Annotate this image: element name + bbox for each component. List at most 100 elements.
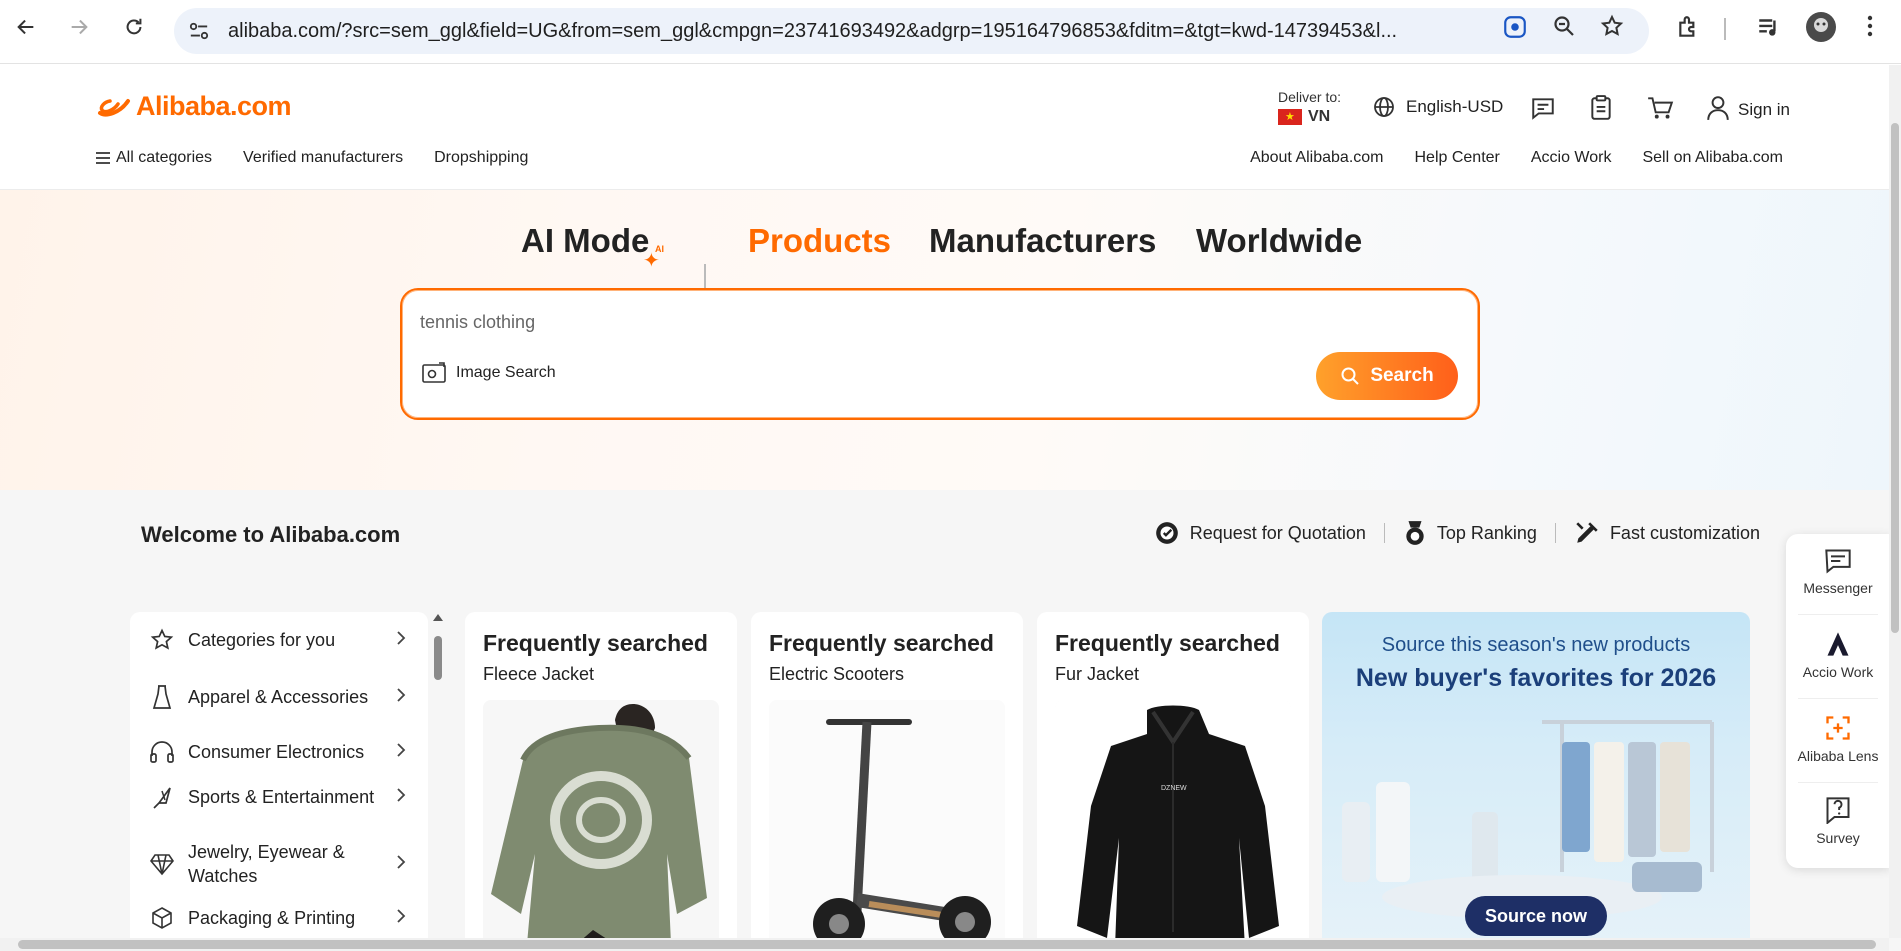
all-categories-label: All categories [116,149,213,166]
fur-jacket-image[interactable]: DZNEW [1055,700,1291,951]
card-subtitle: Fur Jacket [1055,664,1140,684]
card-title: Frequently searched [769,630,994,656]
chevron-right-icon [396,787,406,808]
about-alibaba-link[interactable]: About Alibaba.com [1250,149,1383,167]
accio-work-button[interactable]: Accio Work [1786,630,1890,680]
category-item[interactable]: Apparel & Accessories [148,684,418,710]
source-now-button[interactable]: Source now [1465,896,1607,936]
back-icon[interactable] [13,14,39,40]
browser-toolbar: alibaba.com/?src=sem_ggl&field=UG&from=s… [0,0,1901,64]
category-item[interactable]: Packaging & Printing [148,906,418,930]
cart-icon[interactable] [1646,95,1674,126]
welcome-bar: Welcome to Alibaba.com Request for Quota… [0,490,1901,580]
dress-icon [148,684,176,710]
tab-manufacturers[interactable]: Manufacturers [929,222,1156,260]
frequently-searched-card[interactable]: Frequently searched Fleece Jacket [465,612,737,951]
ranking-medal-icon [1406,521,1424,545]
category-item[interactable]: Sports & Entertainment [148,784,418,810]
scroll-up-arrow-icon[interactable] [432,612,444,622]
scrollbar-thumb[interactable] [18,940,1876,949]
category-item[interactable]: Jewelry, Eyewear & Watches [148,840,418,888]
search-button[interactable]: Search [1316,352,1458,400]
tab-worldwide[interactable]: Worldwide [1196,222,1362,260]
site-header: Alibaba.com Deliver to: VN English-USD S… [0,65,1901,190]
messenger-button[interactable]: Messenger [1786,548,1890,596]
dropshipping-link[interactable]: Dropshipping [434,149,528,167]
category-scrollbar[interactable] [432,612,444,951]
survey-button[interactable]: Survey [1786,796,1890,846]
all-categories-link[interactable]: All categories [96,149,212,167]
badminton-icon [148,784,176,810]
profile-avatar[interactable] [1806,12,1836,47]
tab-divider [704,264,706,288]
messenger-label: Messenger [1803,580,1873,596]
page-vertical-scrollbar[interactable] [1889,65,1901,938]
globe-icon [1374,97,1394,117]
category-label: Consumer Electronics [188,742,365,762]
category-item[interactable]: Consumer Electronics [148,740,418,764]
frequently-searched-card[interactable]: Frequently searched Fur Jacket DZNEW [1037,612,1309,951]
search-input[interactable] [420,312,1320,333]
survey-label: Survey [1816,830,1860,846]
zoom-icon[interactable] [1552,14,1576,43]
category-label: Packaging & Printing [188,908,356,928]
promo-line-1: Source this season's new products [1381,634,1691,656]
top-ranking-link[interactable]: Top Ranking [1403,520,1537,546]
deliver-to[interactable]: Deliver to: VN [1278,89,1341,126]
fleece-jacket-image[interactable] [483,700,719,951]
browser-menu-icon[interactable] [1866,14,1874,43]
tab-ai-mode[interactable]: AI Mode [521,222,649,260]
image-search-button[interactable]: Image Search [422,362,556,384]
chevron-right-icon [396,687,406,708]
frequently-searched-card[interactable]: Frequently searched Electric Scooters [751,612,1023,951]
divider [1798,614,1878,615]
headphones-icon [148,740,176,764]
url-text[interactable]: alibaba.com/?src=sem_ggl&field=UG&from=s… [228,20,1658,43]
orders-icon[interactable] [1589,95,1613,126]
divider [1798,782,1878,783]
chevron-right-icon [396,630,406,651]
ai-badge: AI [655,244,664,254]
floating-tools-panel: Messenger Accio Work Alibaba Lens Survey [1786,534,1890,868]
help-center-link[interactable]: Help Center [1414,149,1499,167]
category-item[interactable]: Categories for you [148,628,418,652]
alibaba-lens-label: Alibaba Lens [1797,748,1879,764]
electric-scooter-image[interactable] [769,700,1005,951]
media-control-icon[interactable] [1756,14,1782,45]
page-horizontal-scrollbar[interactable] [0,938,1889,951]
messages-icon[interactable] [1530,95,1556,126]
language-currency-selector[interactable]: English-USD [1372,95,1503,119]
google-lens-icon[interactable] [1502,14,1528,45]
alibaba-lens-button[interactable]: Alibaba Lens [1786,714,1890,764]
tab-products[interactable]: Products [748,222,891,260]
fast-customization-label: Fast customization [1609,522,1760,543]
scrollbar-thumb[interactable] [1891,123,1899,633]
sell-on-alibaba-link[interactable]: Sell on Alibaba.com [1642,149,1783,167]
chevron-right-icon [396,908,406,929]
search-box: Image Search Search [400,288,1480,420]
alibaba-logo[interactable]: Alibaba.com [96,91,292,122]
fast-customization-link[interactable]: Fast customization [1574,520,1760,546]
promo-line-2: New buyer's favorites for 2026 [1355,664,1717,692]
verified-manufacturers-link[interactable]: Verified manufacturers [243,149,403,167]
star-icon [148,628,176,652]
toolbar-divider [1724,18,1726,40]
accio-work-link[interactable]: Accio Work [1531,149,1612,167]
survey-icon [1826,797,1850,824]
user-icon [1707,96,1729,120]
site-settings-icon[interactable] [188,21,210,46]
request-for-quotation-link[interactable]: Request for Quotation [1154,520,1366,546]
vietnam-flag-icon [1278,109,1302,125]
scrollbar-thumb[interactable] [434,636,442,680]
sign-in-link[interactable]: Sign in [1706,95,1790,121]
new-products-promo-banner[interactable]: Source this season's new products New bu… [1322,612,1750,951]
extensions-icon[interactable] [1676,14,1702,45]
address-bar[interactable]: alibaba.com/?src=sem_ggl&field=UG&from=s… [174,8,1649,54]
card-subtitle: Fleece Jacket [483,664,595,684]
forward-icon[interactable] [66,14,92,40]
camera-icon [422,362,446,383]
bookmark-star-icon[interactable] [1600,14,1624,43]
reload-icon[interactable] [121,14,147,40]
language-label: English-USD [1406,97,1504,116]
primary-subnav: All categories Verified manufacturers Dr… [96,149,559,167]
